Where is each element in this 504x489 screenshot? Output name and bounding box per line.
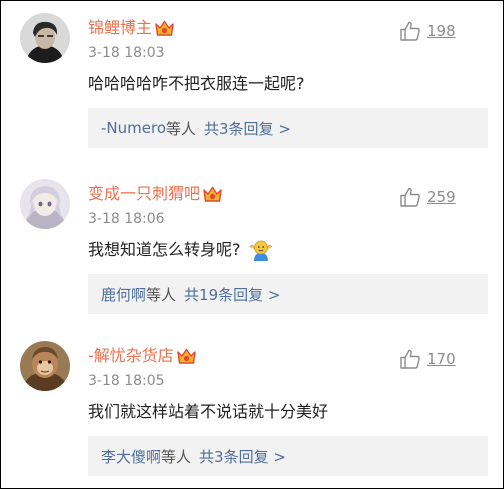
thumbs-up-icon: [399, 187, 421, 207]
comment-text-body: 哈哈哈哈咋不把衣服连一起呢?: [88, 74, 305, 93]
like-button[interactable]: 170: [399, 349, 456, 369]
avatar[interactable]: [20, 341, 70, 391]
like-count: 170: [427, 350, 456, 368]
reply-summary[interactable]: 鹿何啊 等人 共19条回复 >: [88, 274, 488, 314]
vip-crown-icon: [155, 20, 174, 37]
comment-time: 3-18 18:05: [88, 373, 165, 389]
comment-time: 3-18 18:03: [88, 45, 165, 61]
shrug-emoji-icon: [249, 239, 273, 261]
username-text: 锦鲤博主: [88, 18, 153, 37]
like-count: 259: [427, 188, 456, 206]
reply-users[interactable]: 李大傻啊: [101, 446, 161, 467]
username[interactable]: 锦鲤博主: [88, 17, 174, 39]
comment-text: 哈哈哈哈咋不把衣服连一起呢?: [88, 72, 305, 96]
comment-time: 3-18 18:06: [88, 211, 165, 227]
reply-suffix: 等人: [166, 119, 197, 138]
username[interactable]: 变成一只刺猬吧: [88, 183, 222, 205]
thumbs-up-icon: [399, 349, 421, 369]
like-button[interactable]: 259: [399, 187, 456, 207]
like-button[interactable]: 198: [399, 21, 456, 41]
avatar[interactable]: [20, 179, 70, 229]
thumbs-up-icon: [399, 21, 421, 41]
comment-text-body: 我们就这样站着不说话就十分美好: [88, 402, 329, 421]
view-replies-link[interactable]: 共19条回复 >: [184, 284, 280, 305]
username[interactable]: -解忧杂货店: [88, 345, 196, 367]
reply-summary[interactable]: -Numero 等人 共3条回复 >: [88, 108, 488, 148]
reply-users[interactable]: -Numero: [101, 119, 166, 137]
reply-summary[interactable]: 李大傻啊 等人 共3条回复 >: [88, 436, 488, 476]
username-text: -解忧杂货店: [88, 346, 174, 365]
comment-text: 我想知道怎么转身呢?: [88, 238, 273, 262]
comment-text-body: 我想知道怎么转身呢?: [88, 240, 241, 259]
reply-suffix: 等人: [161, 447, 192, 466]
reply-suffix: 等人: [146, 285, 177, 304]
view-replies-link[interactable]: 共3条回复 >: [204, 118, 291, 139]
vip-crown-icon: [203, 186, 222, 203]
comment-list: 锦鲤博主 3-18 18:03 哈哈哈哈咋不把衣服连一起呢? -Numero 等…: [0, 0, 504, 489]
reply-users[interactable]: 鹿何啊: [101, 284, 146, 305]
view-replies-link[interactable]: 共3条回复 >: [199, 446, 286, 467]
comment-text: 我们就这样站着不说话就十分美好: [88, 400, 328, 424]
username-text: 变成一只刺猬吧: [88, 184, 201, 203]
like-count: 198: [427, 22, 456, 40]
vip-crown-icon: [177, 348, 196, 365]
avatar[interactable]: [20, 13, 70, 63]
